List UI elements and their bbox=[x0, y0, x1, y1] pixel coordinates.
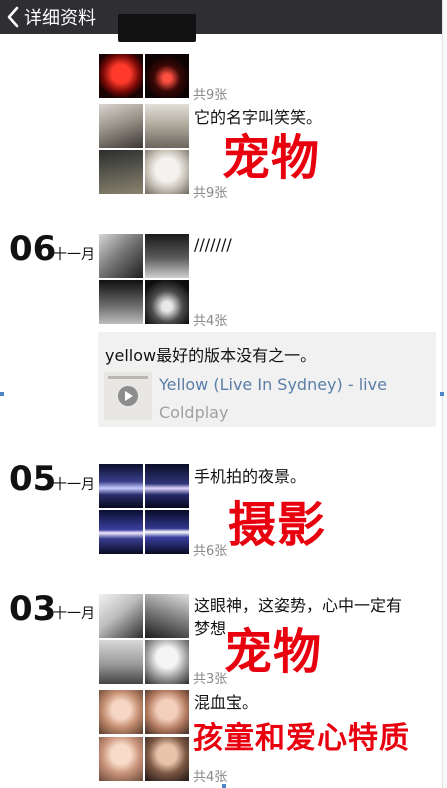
photo-thumbnail[interactable] bbox=[99, 690, 143, 734]
resize-handle bbox=[440, 392, 444, 396]
photo-thumbnail[interactable] bbox=[99, 737, 143, 781]
photo-thumbnail[interactable] bbox=[99, 150, 143, 194]
top-bar: 详细资料 bbox=[0, 0, 447, 34]
post-caption: 混血宝。 bbox=[194, 693, 259, 712]
photo-thumbnail[interactable] bbox=[99, 280, 143, 324]
photo-count: 共9张 bbox=[193, 88, 228, 103]
chevron-left-icon bbox=[7, 6, 19, 28]
photo-thumbnail[interactable] bbox=[99, 234, 143, 278]
post-caption: 它的名字叫笑笑。 bbox=[194, 108, 323, 127]
category-overlay: 宠物 bbox=[224, 624, 323, 680]
song-artist: Coldplay bbox=[159, 403, 229, 422]
post-day: 06 bbox=[9, 229, 57, 269]
photo-count: 共4张 bbox=[193, 314, 228, 329]
back-label: 详细资料 bbox=[24, 8, 96, 29]
category-overlay: 孩童和爱心特质 bbox=[193, 721, 410, 756]
post-caption: 这眼神，这姿势，心中一定有 bbox=[194, 596, 403, 615]
photo-count: 共9张 bbox=[193, 186, 228, 201]
photo-thumbnail[interactable] bbox=[145, 104, 189, 148]
album-cover-label bbox=[108, 376, 148, 379]
photo-thumbnail[interactable] bbox=[99, 640, 143, 684]
post-day: 05 bbox=[9, 459, 57, 499]
photo-thumbnail[interactable] bbox=[99, 54, 143, 98]
category-overlay: 宠物 bbox=[222, 130, 321, 186]
photo-thumbnail[interactable] bbox=[145, 234, 189, 278]
share-caption: yellow最好的版本没有之一。 bbox=[105, 346, 317, 365]
post-caption: 手机拍的夜景。 bbox=[194, 467, 307, 486]
post-caption: 梦想 bbox=[194, 619, 227, 638]
photo-thumbnail[interactable] bbox=[99, 104, 143, 148]
photo-thumbnail[interactable] bbox=[145, 464, 189, 508]
photo-thumbnail[interactable] bbox=[145, 690, 189, 734]
photo-thumbnail[interactable] bbox=[99, 464, 143, 508]
photo-thumbnail[interactable] bbox=[99, 510, 143, 554]
back-button[interactable]: 详细资料 bbox=[6, 4, 96, 30]
post-month: 十一月 bbox=[53, 606, 95, 622]
post-month: 十一月 bbox=[53, 247, 95, 263]
redacted-title bbox=[118, 14, 196, 42]
category-overlay: 摄影 bbox=[228, 497, 327, 553]
song-title[interactable]: Yellow (Live In Sydney) - live bbox=[159, 375, 387, 394]
photo-thumbnail[interactable] bbox=[99, 594, 143, 638]
photo-thumbnail[interactable] bbox=[145, 737, 189, 781]
post-month: 十一月 bbox=[53, 477, 95, 493]
album-cover[interactable] bbox=[104, 372, 152, 420]
photo-count: 共6张 bbox=[193, 544, 228, 559]
post-day: 03 bbox=[9, 589, 57, 629]
photo-count: 共3张 bbox=[193, 672, 228, 687]
photo-thumbnail[interactable] bbox=[145, 54, 189, 98]
post-caption: /////// bbox=[194, 235, 232, 254]
photo-thumbnail[interactable] bbox=[145, 510, 189, 554]
shared-music-card[interactable]: yellow最好的版本没有之一。 Yellow (Live In Sydney)… bbox=[98, 332, 436, 427]
play-icon[interactable] bbox=[118, 386, 138, 406]
photo-count: 共4张 bbox=[193, 770, 228, 785]
photo-thumbnail[interactable] bbox=[145, 150, 189, 194]
photo-thumbnail[interactable] bbox=[145, 640, 189, 684]
photo-thumbnail[interactable] bbox=[145, 280, 189, 324]
resize-handle bbox=[0, 392, 4, 396]
photo-thumbnail[interactable] bbox=[145, 594, 189, 638]
